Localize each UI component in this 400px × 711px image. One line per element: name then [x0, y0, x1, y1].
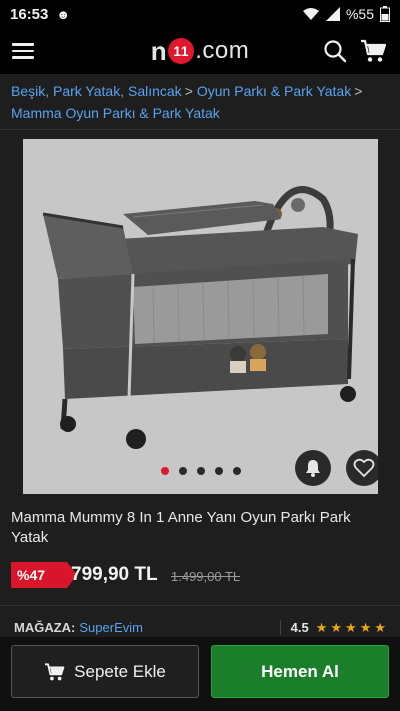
buy-now-label: Hemen Al [261, 661, 339, 681]
carousel-dot[interactable] [214, 467, 223, 475]
breadcrumb-item[interactable]: Oyun Parkı & Park Yatak [197, 83, 351, 99]
product-title: Mamma Mummy 8 In 1 Anne Yanı Oyun Parkı … [11, 509, 351, 546]
wifi-icon [302, 8, 319, 20]
breadcrumb: Beşik, Park Yatak, Salıncak > Oyun Parkı &… [11, 80, 391, 124]
heart-icon [353, 458, 375, 478]
site-logo[interactable]: n 11 .com [151, 36, 249, 67]
search-icon[interactable] [322, 38, 348, 64]
menu-icon[interactable] [12, 43, 34, 59]
star-icon: ★ [345, 619, 357, 635]
bottom-action-bar: Sepete Ekle Hemen Al [0, 637, 400, 711]
carousel-dot[interactable] [178, 467, 187, 475]
rating-value: 4.5 [290, 620, 309, 635]
product-photo [42, 186, 358, 449]
cart-icon [45, 662, 65, 680]
logo-badge: 11 [168, 38, 195, 64]
status-bar: 16:53 ☻ %55 [0, 0, 400, 28]
notify-button[interactable] [295, 450, 331, 486]
chevron-right-icon: > [184, 83, 193, 99]
star-icon: ★ [315, 619, 328, 635]
product-price: 799,90 TL [71, 564, 158, 585]
carousel-dot[interactable] [160, 467, 169, 475]
star-icon: ★ [374, 619, 386, 635]
star-icon: ★ [359, 619, 372, 635]
carousel-dot[interactable] [232, 467, 241, 475]
chevron-right-icon: > [354, 83, 363, 99]
logo-prefix: n [150, 35, 168, 66]
divider [0, 129, 400, 130]
seller-info: MAĞAZA: SuperEvim 4.5 ★ ★ ★ ★ ★ [0, 605, 400, 635]
bell-icon [306, 460, 320, 477]
star-icon: ★ [330, 619, 343, 635]
breadcrumb-item[interactable]: Beşik, Park Yatak, Salıncak [11, 83, 182, 99]
notification-icon: ☻ [56, 6, 71, 22]
logo-suffix: .com [195, 37, 250, 64]
battery-level: %55 [345, 6, 374, 22]
add-to-cart-label: Sepete Ekle [74, 661, 166, 681]
status-icons: %55 [302, 6, 390, 22]
old-price: 1.499,00 TL [171, 569, 241, 584]
product-image-carousel[interactable] [23, 139, 378, 494]
store-link[interactable]: SuperEvim [79, 620, 143, 635]
store-label: MAĞAZA: [14, 620, 76, 635]
signal-icon [325, 7, 340, 21]
top-nav: n 11 .com [0, 28, 400, 74]
breadcrumb-item[interactable]: Mamma Oyun Parkı & Park Yatak [11, 105, 220, 121]
favorite-button[interactable] [346, 450, 378, 486]
carousel-dot[interactable] [196, 467, 205, 475]
discount-badge: %47 [11, 562, 77, 588]
battery-icon [380, 6, 390, 22]
buy-now-button[interactable]: Hemen Al [211, 645, 389, 698]
add-to-cart-button[interactable]: Sepete Ekle [11, 645, 199, 698]
cart-icon[interactable] [360, 38, 388, 64]
status-time: 16:53 [10, 5, 49, 23]
store-rating[interactable]: 4.5 ★ ★ ★ ★ ★ [279, 619, 386, 635]
